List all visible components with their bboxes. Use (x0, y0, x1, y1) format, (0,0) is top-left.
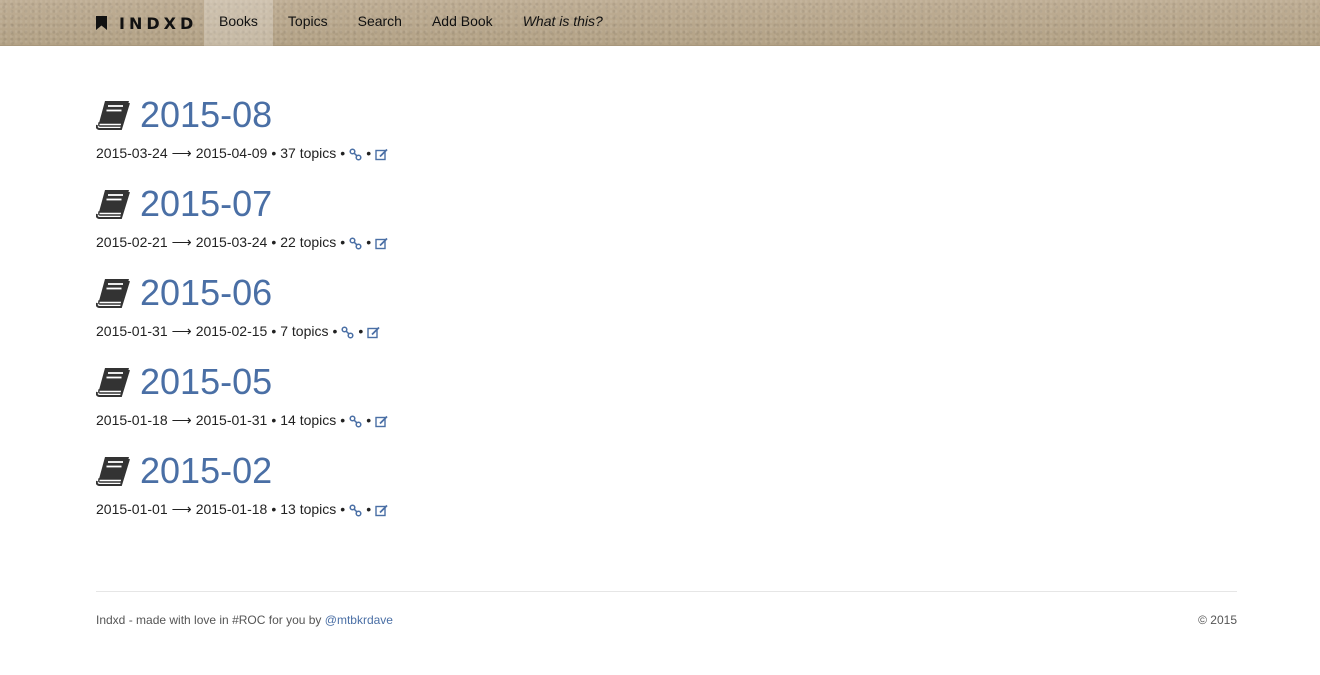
bullet-separator: • (271, 234, 277, 250)
book-start-date: 2015-01-31 (96, 323, 168, 339)
bullet-separator: • (358, 323, 364, 339)
book-end-date: 2015-01-31 (195, 412, 268, 428)
book-title-link[interactable]: 2015-08 (140, 93, 272, 137)
book-list: 2015-08 2015-03-24 ⟶ 2015-04-09 • 37 top… (96, 93, 1237, 538)
link-icon[interactable] (349, 501, 362, 517)
book-end-date: 2015-01-18 (195, 501, 268, 517)
book-heading: 2015-05 (96, 360, 1237, 404)
nav-item-search[interactable]: Search (343, 0, 417, 46)
book-meta: 2015-03-24 ⟶ 2015-04-09 • 37 topics • • (96, 143, 1237, 163)
link-icon[interactable] (349, 145, 362, 161)
date-range-arrow: ⟶ (171, 411, 192, 428)
bullet-separator: • (366, 501, 372, 517)
brand-name: INDXD (119, 13, 198, 33)
book-start-date: 2015-03-24 (96, 145, 168, 161)
topic-count: 14 topics (280, 412, 337, 428)
bookmark-icon (96, 16, 107, 30)
book-icon (96, 190, 130, 219)
book-title-link[interactable]: 2015-02 (140, 449, 272, 493)
edit-icon[interactable] (375, 145, 388, 161)
book-heading: 2015-06 (96, 271, 1237, 315)
book-entry: 2015-08 2015-03-24 ⟶ 2015-04-09 • 37 top… (96, 93, 1237, 182)
edit-icon[interactable] (375, 501, 388, 517)
nav-item-what-is-this[interactable]: What is this? (508, 0, 618, 46)
book-icon (96, 457, 130, 486)
book-heading: 2015-02 (96, 449, 1237, 493)
topic-count: 37 topics (280, 145, 337, 161)
book-heading: 2015-08 (96, 93, 1237, 137)
date-range-arrow: ⟶ (171, 233, 192, 250)
bullet-separator: • (340, 234, 346, 250)
book-title-link[interactable]: 2015-06 (140, 271, 272, 315)
book-start-date: 2015-01-18 (96, 412, 168, 428)
book-heading: 2015-07 (96, 182, 1237, 226)
book-end-date: 2015-03-24 (195, 234, 268, 250)
nav-item-books[interactable]: Books (204, 0, 273, 46)
book-start-date: 2015-02-21 (96, 234, 168, 250)
bullet-separator: • (340, 412, 346, 428)
brand-link[interactable]: INDXD (96, 0, 197, 46)
bullet-separator: • (340, 501, 346, 517)
book-start-date: 2015-01-01 (96, 501, 168, 517)
bullet-separator: • (366, 145, 372, 161)
book-entry: 2015-06 2015-01-31 ⟶ 2015-02-15 • 7 topi… (96, 271, 1237, 360)
book-icon (96, 368, 130, 397)
book-meta: 2015-02-21 ⟶ 2015-03-24 • 22 topics • • (96, 232, 1237, 252)
edit-icon[interactable] (367, 323, 380, 339)
book-end-date: 2015-04-09 (195, 145, 268, 161)
book-entry: 2015-05 2015-01-18 ⟶ 2015-01-31 • 14 top… (96, 360, 1237, 449)
book-entry: 2015-07 2015-02-21 ⟶ 2015-03-24 • 22 top… (96, 182, 1237, 271)
date-range-arrow: ⟶ (171, 322, 192, 339)
nav-item-add-book[interactable]: Add Book (417, 0, 508, 46)
bullet-separator: • (271, 412, 277, 428)
topic-count: 22 topics (280, 234, 337, 250)
topic-count: 7 topics (280, 323, 329, 339)
book-entry: 2015-02 2015-01-01 ⟶ 2015-01-18 • 13 top… (96, 449, 1237, 538)
book-meta: 2015-01-18 ⟶ 2015-01-31 • 14 topics • • (96, 410, 1237, 430)
nav-item-topics[interactable]: Topics (273, 0, 343, 46)
bullet-separator: • (340, 145, 346, 161)
book-title-link[interactable]: 2015-05 (140, 360, 272, 404)
footer-credit: Indxd - made with love in #ROC for you b… (96, 613, 393, 627)
link-icon[interactable] (341, 323, 354, 339)
edit-icon[interactable] (375, 412, 388, 428)
top-navbar: INDXD Books Topics Search Add Book What … (0, 0, 1320, 46)
book-icon (96, 101, 130, 130)
bullet-separator: • (271, 501, 277, 517)
bullet-separator: • (271, 145, 277, 161)
footer-copyright: © 2015 (1198, 613, 1237, 627)
book-end-date: 2015-02-15 (195, 323, 268, 339)
edit-icon[interactable] (375, 234, 388, 250)
link-icon[interactable] (349, 412, 362, 428)
bullet-separator: • (271, 323, 277, 339)
bullet-separator: • (366, 234, 372, 250)
book-meta: 2015-01-31 ⟶ 2015-02-15 • 7 topics • • (96, 321, 1237, 341)
date-range-arrow: ⟶ (171, 144, 192, 161)
bullet-separator: • (332, 323, 338, 339)
author-link[interactable]: @mtbkrdave (325, 613, 393, 627)
date-range-arrow: ⟶ (171, 500, 192, 517)
topic-count: 13 topics (280, 501, 337, 517)
book-title-link[interactable]: 2015-07 (140, 182, 272, 226)
bullet-separator: • (366, 412, 372, 428)
book-meta: 2015-01-01 ⟶ 2015-01-18 • 13 topics • • (96, 499, 1237, 519)
book-icon (96, 279, 130, 308)
footer-text: Indxd - made with love in #ROC for you b… (96, 613, 325, 627)
page-footer: Indxd - made with love in #ROC for you b… (96, 591, 1237, 627)
link-icon[interactable] (349, 234, 362, 250)
main-nav: Books Topics Search Add Book What is thi… (204, 0, 618, 46)
